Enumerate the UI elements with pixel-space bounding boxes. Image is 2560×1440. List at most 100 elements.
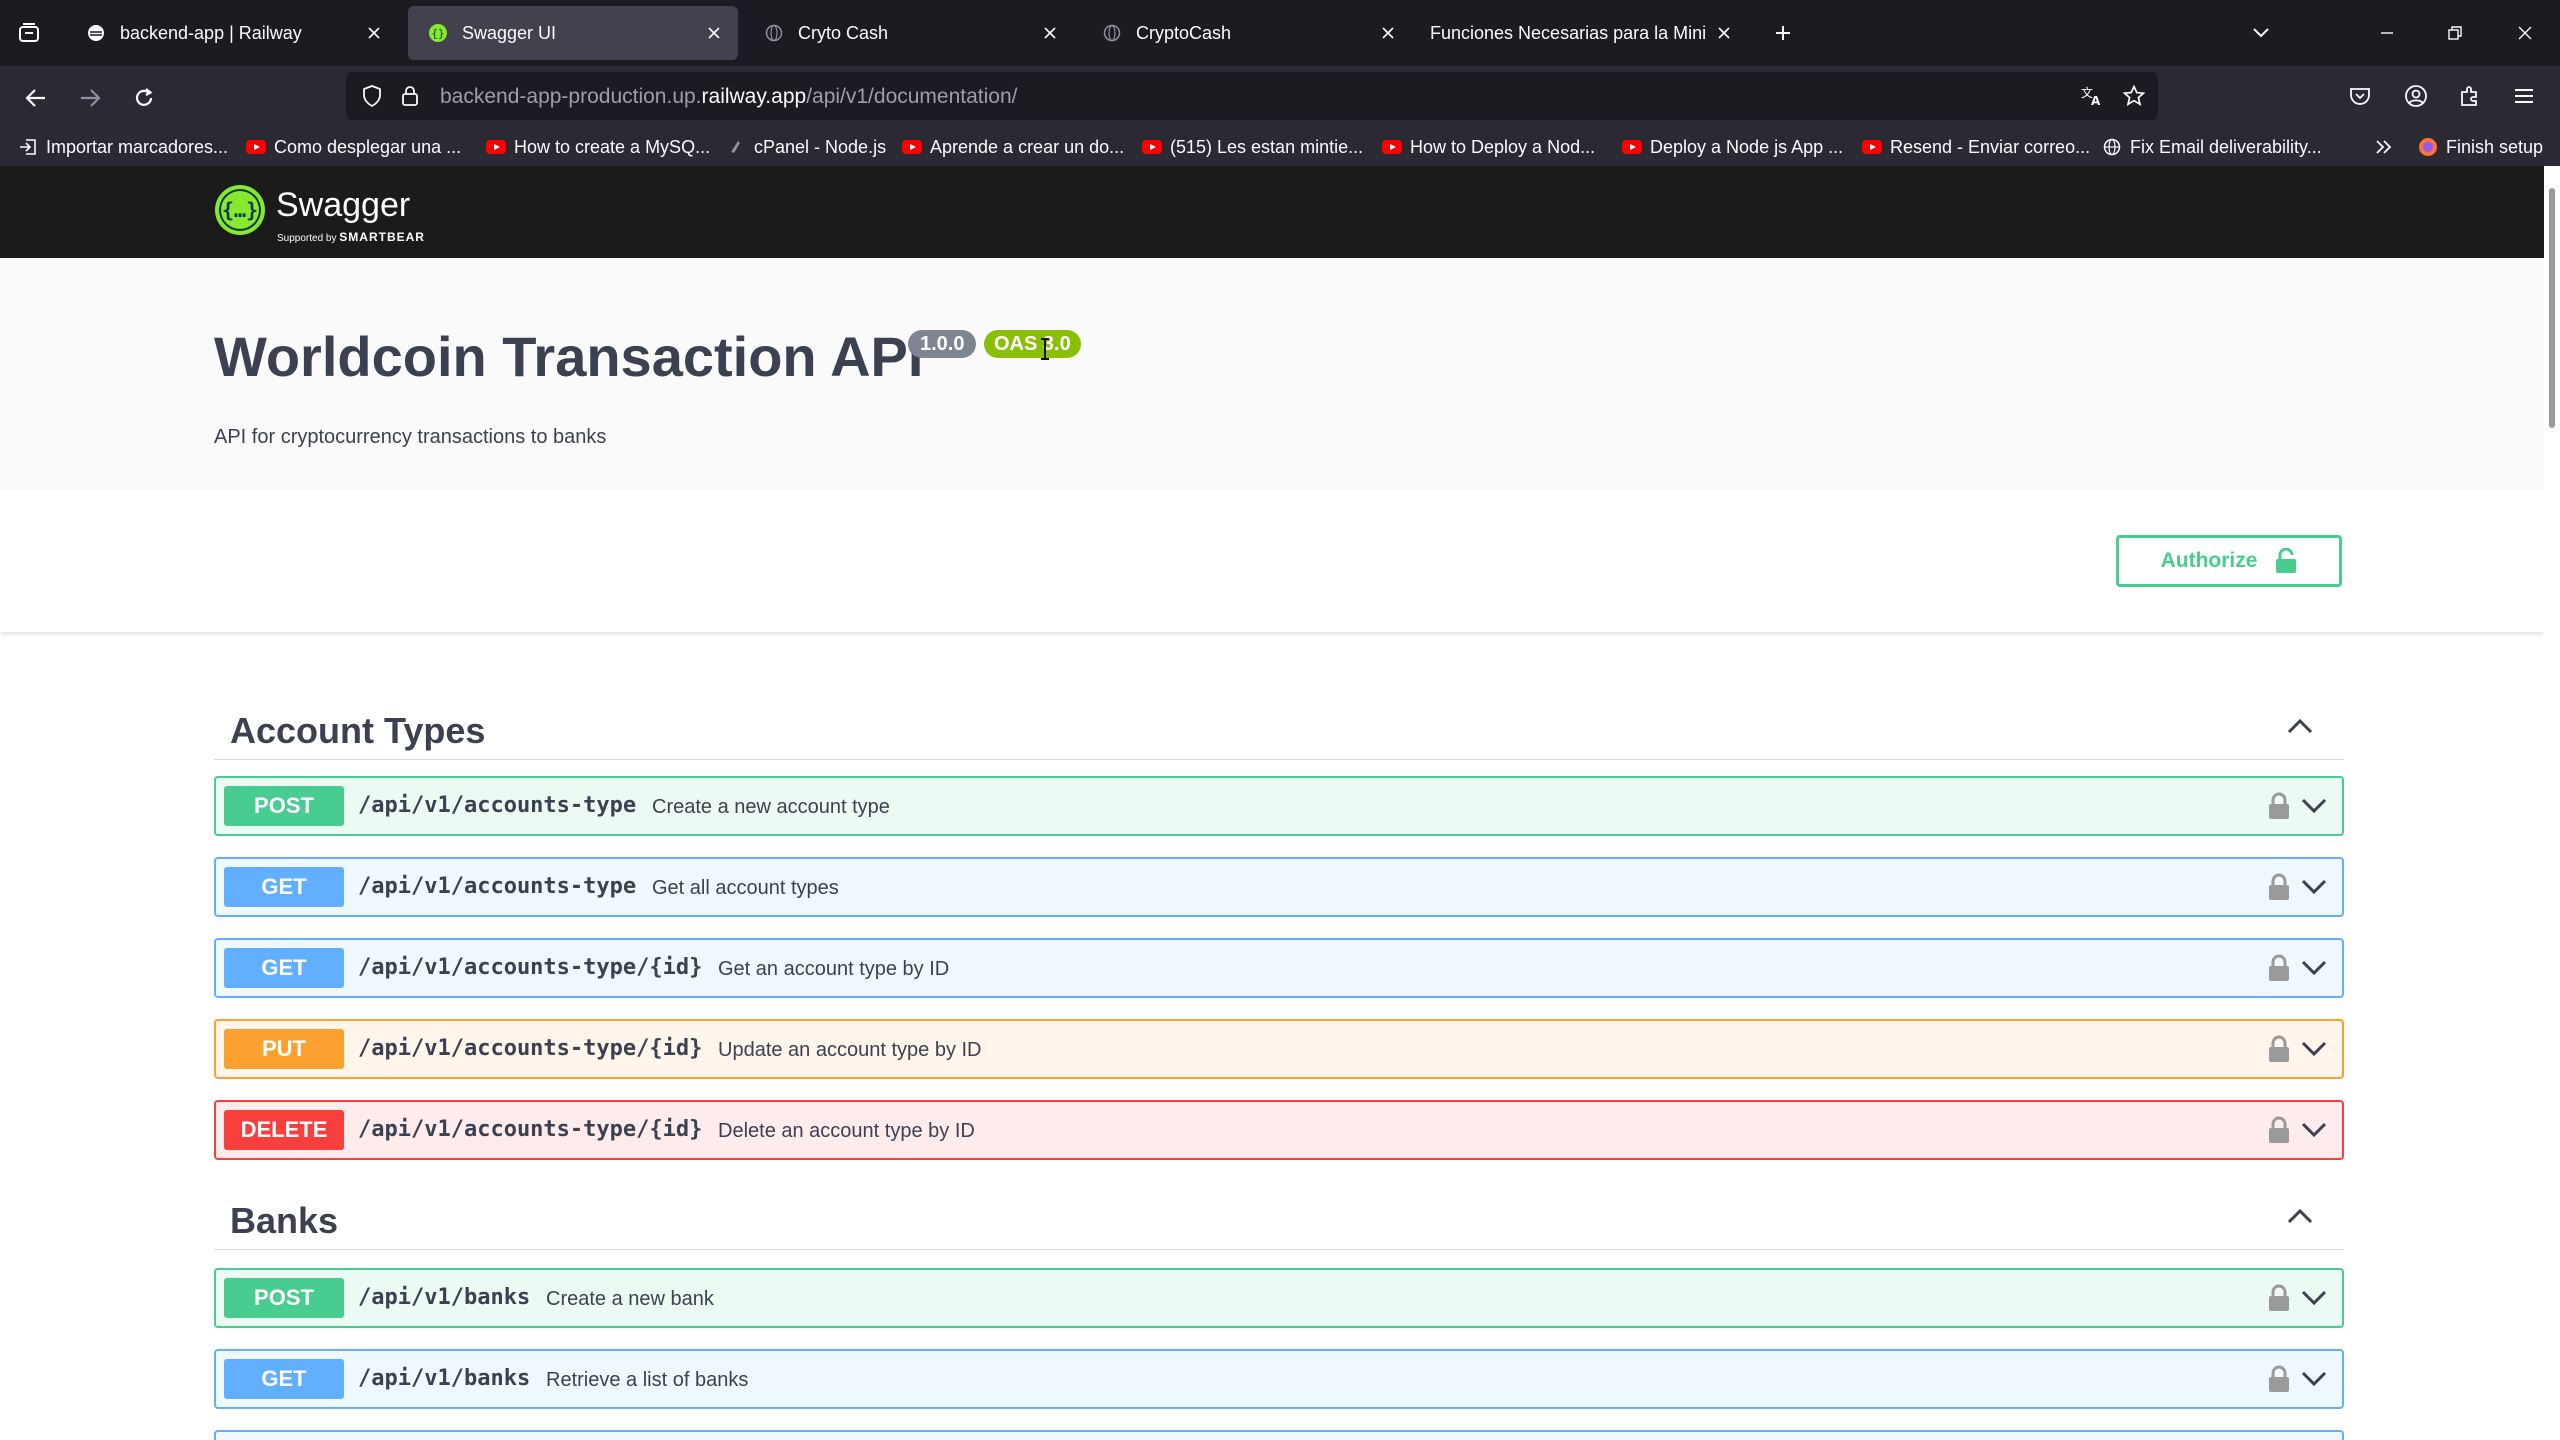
restore-button[interactable] — [2432, 10, 2478, 56]
youtube-icon — [1142, 137, 1162, 157]
address-bar[interactable]: backend-app-production.up.railway.app/ap… — [346, 72, 2158, 120]
section-header[interactable]: Account Types — [214, 696, 2344, 760]
tab-cryptocash[interactable]: CryptoCash — [1082, 6, 1412, 60]
lock-icon[interactable] — [2268, 873, 2290, 901]
opblock-post[interactable]: POST /api/v1/banks Create a new bank — [214, 1268, 2344, 1328]
tab-title: Cryto Cash — [798, 22, 889, 43]
menu-button[interactable] — [2506, 78, 2542, 114]
method-badge: DELETE — [224, 1110, 344, 1150]
endpoint-path: /api/v1/banks — [358, 1285, 531, 1310]
chevron-down-icon[interactable] — [2300, 958, 2328, 978]
list-all-tabs-button[interactable] — [2244, 16, 2278, 50]
bookmark-item[interactable]: (515) Les estan mintie... — [1142, 128, 1363, 166]
endpoint-summary: Create a new account type — [652, 796, 890, 818]
opblock-put[interactable]: PUT /api/v1/accounts-type/{id} Update an… — [214, 1019, 2344, 1079]
section-header[interactable]: Banks — [214, 1186, 2344, 1250]
tab-overview-button[interactable] — [12, 16, 46, 50]
chevron-up-icon[interactable] — [2286, 716, 2314, 736]
opblock-get[interactable]: GET /api/v1/accounts-type/{id} Get an ac… — [214, 938, 2344, 998]
tab-funciones[interactable]: Funciones Necesarias para la Mini A — [1418, 6, 1748, 60]
bookmark-item[interactable]: Importar marcadores... — [18, 128, 228, 166]
opblock-post[interactable]: POST /api/v1/accounts-type Create a new … — [214, 776, 2344, 836]
youtube-icon — [486, 137, 506, 157]
star-icon[interactable] — [2122, 84, 2146, 108]
lock-icon[interactable] — [2268, 1284, 2290, 1312]
bookmark-item[interactable]: Como desplegar una ... — [246, 128, 461, 166]
new-tab-button[interactable] — [1766, 16, 1800, 50]
reload-button[interactable] — [124, 78, 164, 118]
extensions-button[interactable] — [2452, 78, 2488, 114]
tab-railway[interactable]: backend-app | Railway — [66, 6, 398, 60]
lock-icon[interactable] — [2268, 1116, 2290, 1144]
opblock-get[interactable]: GET /api/v1/banks Retrieve a list of ban… — [214, 1349, 2344, 1409]
swagger-icon: {} — [428, 23, 448, 43]
scheme-container: Authorize — [0, 490, 2544, 632]
globe-icon — [764, 23, 784, 43]
page-title: Worldcoin Transaction API — [214, 325, 924, 388]
endpoint-summary: Get all account types — [652, 877, 839, 899]
bookmark-item[interactable]: How to create a MySQ... — [486, 128, 710, 166]
chevron-down-icon[interactable] — [2300, 796, 2328, 816]
lock-icon[interactable] — [2268, 1365, 2290, 1393]
swagger-logo-icon[interactable]: {…} — [214, 184, 266, 236]
chevron-down-icon[interactable] — [2300, 877, 2328, 897]
bookmark-item[interactable]: How to Deploy a Nod... — [1382, 128, 1595, 166]
url-text[interactable]: backend-app-production.up.railway.app/ap… — [440, 85, 1018, 109]
close-tab-icon[interactable] — [358, 17, 390, 49]
chevron-up-icon[interactable] — [2286, 1206, 2314, 1226]
method-badge: POST — [224, 786, 344, 826]
opblock-partial[interactable] — [214, 1430, 2344, 1440]
method-badge: GET — [224, 948, 344, 988]
translate-icon[interactable]: 文A — [2080, 84, 2104, 108]
bookmark-item[interactable]: cPanel - Node.js — [726, 128, 886, 166]
cpanel-icon — [726, 137, 746, 157]
youtube-icon — [1862, 137, 1882, 157]
chevron-down-icon — [2253, 28, 2269, 38]
close-tab-icon[interactable] — [1372, 17, 1404, 49]
bookmark-item[interactable]: Finish setup — [2418, 128, 2543, 166]
back-button[interactable] — [16, 78, 56, 118]
globe-icon — [1102, 23, 1122, 43]
lock-icon[interactable] — [2268, 792, 2290, 820]
svg-text:{}: {} — [431, 27, 444, 40]
puzzle-icon — [2461, 86, 2477, 106]
tab-cryto-cash[interactable]: Cryto Cash — [744, 6, 1074, 60]
youtube-icon — [1622, 137, 1642, 157]
scrollbar-thumb[interactable] — [2549, 188, 2555, 428]
minimize-icon — [2381, 32, 2393, 34]
pocket-button[interactable] — [2342, 78, 2378, 114]
forward-button[interactable] — [70, 78, 110, 118]
close-tab-icon[interactable] — [1708, 17, 1740, 49]
swagger-brand: Swagger — [276, 186, 411, 224]
opblock-get[interactable]: GET /api/v1/accounts-type Get all accoun… — [214, 857, 2344, 917]
chevron-down-icon[interactable] — [2300, 1120, 2328, 1140]
version-badge: 1.0.0 — [908, 330, 977, 358]
bookmarks-toolbar: Importar marcadores... Como desplegar un… — [0, 128, 2560, 166]
lock-icon[interactable] — [398, 84, 422, 108]
tab-overview-icon — [19, 23, 39, 42]
bookmark-item[interactable]: Deploy a Node js App ... — [1622, 128, 1843, 166]
shield-icon[interactable] — [360, 84, 384, 108]
page-scrollbar[interactable] — [2544, 166, 2560, 1440]
reload-icon — [135, 88, 153, 106]
forward-arrow-icon — [81, 89, 101, 107]
tab-title: backend-app | Railway — [120, 22, 302, 43]
lock-icon[interactable] — [2268, 1035, 2290, 1063]
method-badge: GET — [224, 1359, 344, 1399]
account-button[interactable] — [2398, 78, 2434, 114]
bookmark-item[interactable]: Resend - Enviar correo... — [1862, 128, 2090, 166]
close-tab-icon[interactable] — [1034, 17, 1066, 49]
bookmark-item[interactable]: Aprende a crear un do... — [902, 128, 1124, 166]
chevron-down-icon[interactable] — [2300, 1369, 2328, 1389]
more-bookmarks-button[interactable] — [2374, 128, 2394, 166]
lock-icon[interactable] — [2268, 954, 2290, 982]
close-tab-icon[interactable] — [698, 17, 730, 49]
authorize-button[interactable]: Authorize — [2116, 535, 2342, 587]
chevron-down-icon[interactable] — [2300, 1039, 2328, 1059]
tab-swagger-ui[interactable]: {} Swagger UI — [408, 6, 738, 60]
minimize-button[interactable] — [2364, 10, 2410, 56]
opblock-delete[interactable]: DELETE /api/v1/accounts-type/{id} Delete… — [214, 1100, 2344, 1160]
bookmark-item[interactable]: Fix Email deliverability... — [2102, 128, 2322, 166]
chevron-down-icon[interactable] — [2300, 1288, 2328, 1308]
close-window-button[interactable] — [2502, 10, 2548, 56]
